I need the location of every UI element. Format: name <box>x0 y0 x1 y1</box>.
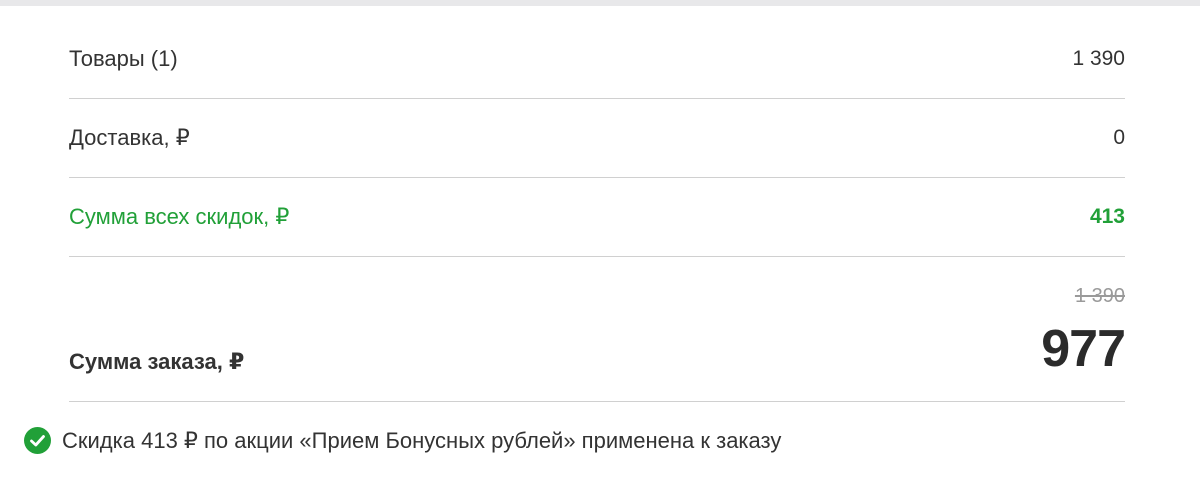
discount-value: 413 <box>1089 205 1125 228</box>
promo-text: Скидка 413 ₽ по акции «Прием Бонусных ру… <box>62 427 782 453</box>
order-total-price: 977 <box>1041 320 1126 378</box>
items-row: Товары (1) 1 390 <box>69 20 1125 99</box>
order-total-label: Сумма заказа, ₽ <box>69 349 245 374</box>
order-summary: Товары (1) 1 390 Доставка, ₽ 0 Сумма все… <box>69 20 1126 402</box>
delivery-value: 0 <box>1113 126 1125 149</box>
check-circle-icon <box>24 427 51 454</box>
items-label: Товары (1) <box>69 46 178 71</box>
order-total-old-price: 1 390 <box>1074 285 1125 307</box>
promo-applied-notice: Скидка 413 ₽ по акции «Прием Бонусных ру… <box>24 427 781 454</box>
top-divider-strip <box>0 0 1200 6</box>
order-total: Сумма заказа, ₽ 1 390 977 <box>69 257 1126 402</box>
delivery-row: Доставка, ₽ 0 <box>69 99 1125 178</box>
discount-label: Сумма всех скидок, ₽ <box>69 204 290 229</box>
items-value: 1 390 <box>1072 47 1125 70</box>
discount-row: Сумма всех скидок, ₽ 413 <box>69 178 1125 257</box>
delivery-label: Доставка, ₽ <box>69 125 190 150</box>
